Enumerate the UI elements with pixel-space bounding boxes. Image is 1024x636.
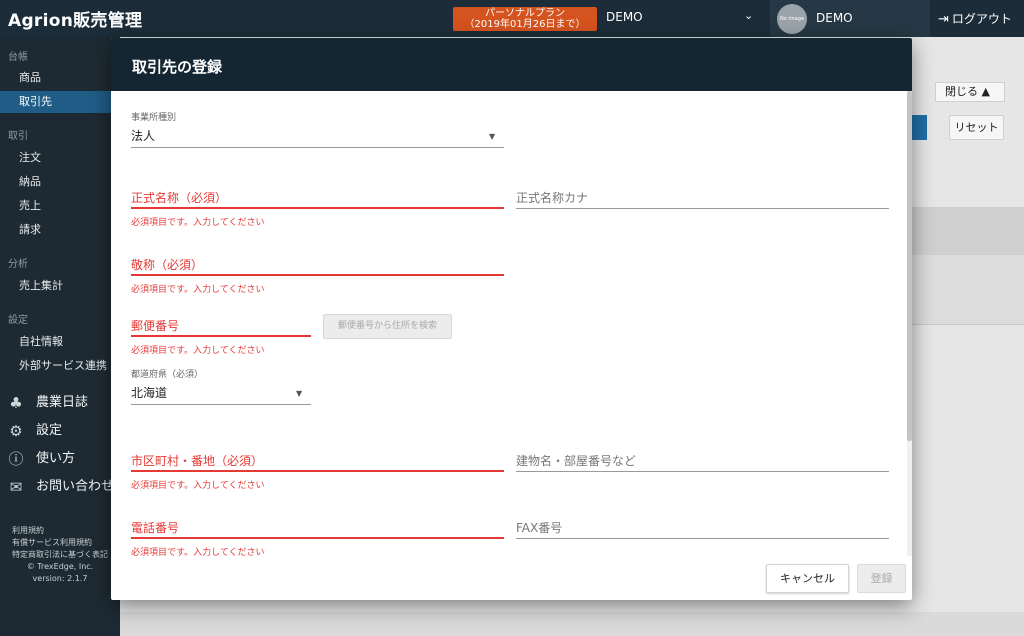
- postal-code-error: 必須項目です。入力してください: [131, 346, 265, 356]
- city-address-underline: [131, 470, 504, 472]
- prefecture-underline: [131, 404, 311, 405]
- official-name-label: 正式名称（必須）: [131, 191, 228, 205]
- sidebar-item-help[interactable]: ⓘ 使い方: [0, 446, 120, 472]
- official-name-kana-label: 正式名称カナ: [516, 191, 589, 205]
- section-analysis: 分析: [8, 259, 28, 270]
- org-name[interactable]: DEMO: [606, 10, 643, 24]
- building-underline: [516, 471, 889, 472]
- sidebar-item-billing[interactable]: 請求: [0, 219, 120, 241]
- sidebar-item-sales-summary[interactable]: 売上集計: [0, 275, 120, 297]
- plan-name: パーソナルプラン: [485, 8, 565, 19]
- scroll-thumb[interactable]: [907, 91, 912, 441]
- help-icon: ⓘ: [8, 450, 24, 468]
- version: version: 2.1.7: [32, 574, 88, 583]
- table-header: [911, 207, 1024, 255]
- dialog-scrollbar[interactable]: [907, 91, 912, 556]
- search-button[interactable]: [911, 115, 927, 140]
- phone-label: 電話番号: [131, 521, 180, 535]
- honorific-error: 必須項目です。入力してください: [131, 285, 265, 295]
- section-settings: 設定: [8, 315, 28, 326]
- official-name-error: 必須項目です。入力してください: [131, 218, 265, 228]
- city-address-field[interactable]: 市区町村・番地（必須） 必須項目です。入力してください: [131, 451, 504, 491]
- postal-code-label: 郵便番号: [131, 319, 180, 333]
- sidebar-item-partners[interactable]: 取引先: [0, 91, 120, 113]
- logout-button[interactable]: ⇥ ログアウト: [938, 10, 1012, 27]
- sidebar-item-products[interactable]: 商品: [0, 67, 120, 89]
- dialog-header: 取引先の登録: [111, 38, 912, 91]
- honorific-label: 敬称（必須）: [131, 258, 204, 272]
- fax-field[interactable]: FAX番号: [516, 518, 889, 548]
- table-row[interactable]: [911, 255, 1024, 325]
- page-footer-strip: [120, 612, 1024, 636]
- sidebar-item-contact-label: お問い合わせ: [36, 479, 115, 494]
- sidebar-item-settings[interactable]: ⚙ 設定: [0, 418, 120, 444]
- postal-code-underline: [131, 335, 311, 337]
- building-field[interactable]: 建物名・部屋番号など: [516, 451, 889, 481]
- city-address-error: 必須項目です。入力してください: [131, 481, 265, 491]
- honorific-underline: [131, 274, 504, 276]
- sidebar-item-settings-label: 設定: [36, 423, 63, 438]
- sidebar-item-diary[interactable]: ♣ 農業日誌: [0, 390, 120, 416]
- close-panel-button[interactable]: 閉じる ▲: [935, 82, 1005, 102]
- chevron-down-icon[interactable]: ⌄: [744, 9, 753, 22]
- building-label: 建物名・部屋番号など: [516, 454, 637, 468]
- sidebar-item-contact[interactable]: ✉ お問い合わせ: [0, 474, 120, 500]
- phone-field[interactable]: 電話番号 必須項目です。入力してください: [131, 518, 504, 558]
- city-address-label: 市区町村・番地（必須）: [131, 454, 264, 468]
- official-name-kana-field[interactable]: 正式名称カナ: [516, 188, 889, 218]
- sidebar-item-delivery[interactable]: 納品: [0, 171, 120, 193]
- section-ledger: 台帳: [8, 52, 28, 63]
- cancel-button[interactable]: キャンセル: [766, 564, 849, 593]
- commerce-law-link[interactable]: 特定商取引法に基づく表記: [12, 549, 108, 561]
- sidebar-item-sales[interactable]: 売上: [0, 195, 120, 217]
- sidebar-item-company[interactable]: 自社情報: [0, 331, 120, 353]
- phone-underline: [131, 537, 504, 539]
- prefecture-label: 都道府県（必須）: [131, 370, 204, 380]
- brand-logo[interactable]: Agrion販売管理: [8, 6, 142, 31]
- sidebar-item-external[interactable]: 外部サービス連携: [0, 355, 120, 377]
- register-button[interactable]: 登録: [857, 564, 906, 593]
- mail-icon: ✉: [9, 478, 23, 496]
- top-bar: Agrion販売管理 パーソナルプラン （2019年01月26日まで） DEMO…: [0, 0, 1024, 37]
- sprout-icon: ♣: [9, 394, 23, 412]
- copyright: © TrexEdge, Inc.: [26, 562, 94, 571]
- avatar: No image: [777, 4, 807, 34]
- official-name-underline: [131, 207, 504, 209]
- user-name: DEMO: [816, 11, 853, 25]
- office-type-value: 法人: [131, 129, 156, 143]
- logout-label: ログアウト: [951, 12, 1012, 26]
- sidebar: 台帳 商品 取引先 取引 注文 納品 売上 請求 分析 売上集計 設定 自社情報…: [0, 37, 120, 636]
- plan-badge[interactable]: パーソナルプラン （2019年01月26日まで）: [453, 7, 597, 31]
- office-type-label: 事業所種別: [131, 113, 177, 123]
- official-name-kana-underline: [516, 208, 889, 209]
- terms-link[interactable]: 利用規約: [12, 525, 108, 537]
- office-type-select[interactable]: 事業所種別 法人 ▼: [131, 110, 504, 150]
- logout-icon: ⇥: [938, 12, 949, 27]
- sidebar-footer: 利用規約 有償サービス利用規約 特定商取引法に基づく表記 © TrexEdge,…: [12, 525, 108, 585]
- user-menu[interactable]: No image DEMO: [770, 0, 930, 37]
- prefecture-select[interactable]: 都道府県（必須） 北海道 ▼: [131, 367, 311, 407]
- partner-register-dialog: 取引先の登録 事業所種別 法人 ▼ 正式名称（必須） 必須項目です。入力してくだ…: [111, 38, 912, 600]
- gear-icon: ⚙: [9, 422, 23, 440]
- sidebar-item-help-label: 使い方: [36, 451, 76, 466]
- phone-error: 必須項目です。入力してください: [131, 548, 265, 558]
- paid-terms-link[interactable]: 有償サービス利用規約: [12, 537, 108, 549]
- sidebar-item-orders[interactable]: 注文: [0, 147, 120, 169]
- sidebar-item-diary-label: 農業日誌: [36, 395, 89, 410]
- prefecture-value: 北海道: [131, 386, 168, 400]
- zip-search-button[interactable]: 郵便番号から住所を検索: [323, 314, 452, 339]
- official-name-field[interactable]: 正式名称（必須） 必須項目です。入力してください: [131, 188, 504, 228]
- postal-code-field[interactable]: 郵便番号 必須項目です。入力してください: [131, 316, 311, 356]
- reset-button[interactable]: リセット: [949, 115, 1004, 140]
- plan-expiry: （2019年01月26日まで）: [464, 19, 586, 30]
- fax-label: FAX番号: [516, 521, 563, 535]
- office-type-underline: [131, 147, 504, 148]
- dialog-title: 取引先の登録: [132, 58, 223, 76]
- caret-down-icon: ▼: [489, 132, 496, 141]
- caret-down-icon: ▼: [296, 389, 303, 398]
- fax-underline: [516, 538, 889, 539]
- honorific-field[interactable]: 敬称（必須） 必須項目です。入力してください: [131, 255, 504, 295]
- section-trade: 取引: [8, 131, 28, 142]
